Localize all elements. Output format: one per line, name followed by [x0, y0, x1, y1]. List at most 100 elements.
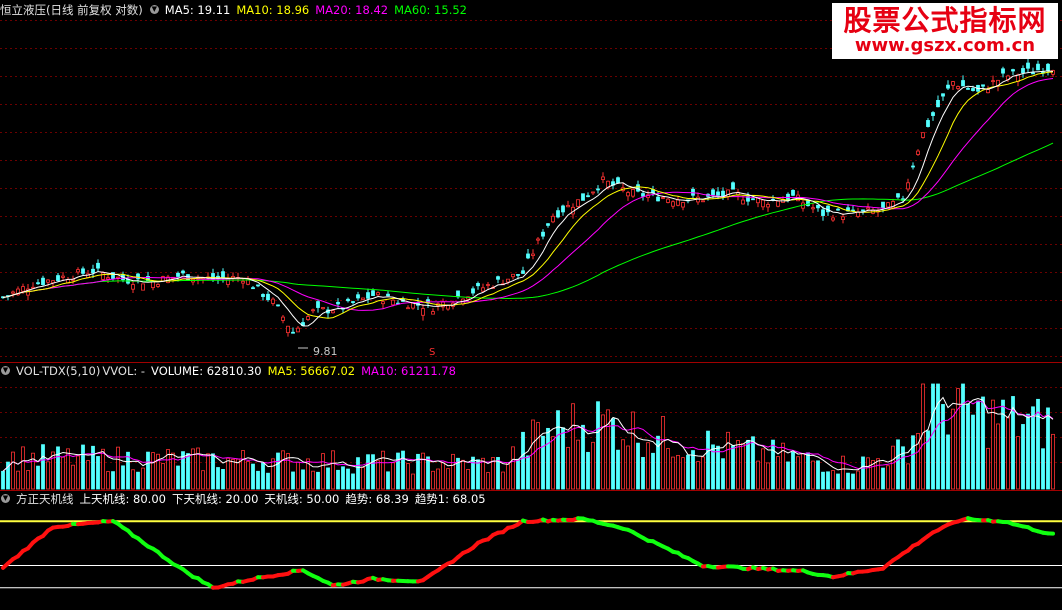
- volume-bar: [466, 469, 470, 490]
- price-candle-body: [981, 84, 985, 87]
- price-candle-body: [536, 238, 540, 241]
- price-candle-body: [261, 294, 265, 297]
- volume-bar: [921, 383, 925, 490]
- volume-bar: [661, 416, 665, 490]
- volume-bar: [1016, 436, 1020, 490]
- osc-panel-menu-icon[interactable]: ▼: [1, 494, 10, 503]
- volume-bar: [736, 440, 740, 490]
- price-candle-body: [951, 81, 955, 86]
- volume-bar: [241, 450, 245, 490]
- volume-bar: [211, 453, 215, 490]
- volume-bar: [931, 383, 935, 490]
- price-candle-body: [376, 292, 380, 296]
- price-candle-body: [81, 268, 85, 274]
- volume-bar: [826, 471, 830, 490]
- price-candle-body: [941, 93, 945, 97]
- volume-bar: [26, 470, 30, 490]
- volume-bar: [601, 414, 605, 490]
- volume-bar: [1046, 407, 1050, 490]
- price-candle-body: [366, 292, 370, 299]
- price-candle-body: [446, 305, 450, 310]
- volume-bar: [936, 383, 940, 490]
- price-candle-body: [866, 207, 870, 210]
- price-candle-body: [1046, 63, 1050, 71]
- volume-bar: [961, 383, 965, 490]
- price-candle-body: [711, 189, 715, 196]
- volume-bar: [176, 465, 180, 490]
- volume-bar: [321, 453, 325, 490]
- price-candle-body: [296, 327, 300, 333]
- price-candle-body: [926, 120, 930, 127]
- price-candle-body: [1036, 63, 1040, 71]
- price-candle-body: [541, 231, 545, 237]
- volume-bar: [441, 462, 445, 490]
- price-candle-body: [36, 282, 40, 285]
- price-candle-body: [921, 132, 925, 138]
- volume-bar: [86, 460, 90, 490]
- volume-bar: [526, 455, 530, 490]
- price-candle-body: [486, 284, 490, 286]
- price-candle-body: [231, 276, 235, 279]
- price-candle-body: [356, 294, 360, 299]
- volume-bar: [396, 452, 400, 490]
- volume-bar: [386, 471, 390, 490]
- price-candle-body: [421, 308, 425, 316]
- volume-bar: [671, 456, 675, 490]
- volume-bar: [331, 450, 335, 490]
- volume-bar: [761, 448, 765, 490]
- price-candle-body: [156, 284, 160, 287]
- price-candle-body: [821, 209, 825, 216]
- volume-bar: [716, 445, 720, 490]
- volume-bar: [256, 470, 260, 490]
- volume-bar: [691, 450, 695, 490]
- price-candle-body: [336, 301, 340, 305]
- price-candle-body: [971, 88, 975, 91]
- volume-bar: [351, 473, 355, 490]
- volume-bar: [621, 439, 625, 490]
- volume-bar: [431, 470, 435, 490]
- volume-bar: [41, 444, 45, 490]
- signal-flag-text: S: [429, 347, 436, 358]
- volume-bar: [231, 459, 235, 490]
- volume-bar: [106, 471, 110, 490]
- price-candle-body: [106, 277, 110, 280]
- volume-bar: [841, 455, 845, 490]
- volume-bar: [221, 469, 225, 490]
- volume-bar: [696, 461, 700, 490]
- volume-bar: [341, 466, 345, 490]
- volume-bar: [506, 462, 510, 490]
- volume-bar: [821, 471, 825, 490]
- volume-bar: [796, 456, 800, 490]
- price-candle-body: [671, 201, 675, 207]
- price-panel-menu-icon[interactable]: ▼: [149, 5, 159, 14]
- price-candle-body: [321, 307, 325, 310]
- volume-bar: [296, 461, 300, 490]
- volume-bar: [971, 414, 975, 490]
- price-candle-body: [546, 223, 550, 226]
- chart-canvas[interactable]: [0, 0, 1062, 610]
- volume-bar: [616, 449, 620, 490]
- volume-bar: [121, 465, 125, 490]
- volume-bar: [701, 456, 705, 490]
- price-candle-body: [841, 216, 845, 220]
- volume-bar: [831, 470, 835, 490]
- volume-bar: [261, 462, 265, 490]
- volume-bar: [536, 422, 540, 490]
- volume-bar: [371, 454, 375, 490]
- price-candle-body: [41, 277, 45, 286]
- price-candle-body: [916, 150, 920, 155]
- price-candle-body: [56, 275, 60, 282]
- price-candle-body: [291, 331, 295, 334]
- volume-bar: [646, 442, 650, 490]
- volume-bar: [556, 410, 560, 490]
- volume-panel-menu-icon[interactable]: ▼: [1, 366, 10, 375]
- price-candle-body: [181, 270, 185, 274]
- volume-bar: [801, 453, 805, 490]
- price-candle-body: [506, 278, 510, 283]
- price-candle-body: [471, 288, 475, 294]
- price-candle-body: [881, 201, 885, 209]
- volume-bar: [856, 470, 860, 490]
- volume-bar: [951, 408, 955, 490]
- price-candle-body: [556, 210, 560, 218]
- price-candle-body: [1011, 69, 1015, 72]
